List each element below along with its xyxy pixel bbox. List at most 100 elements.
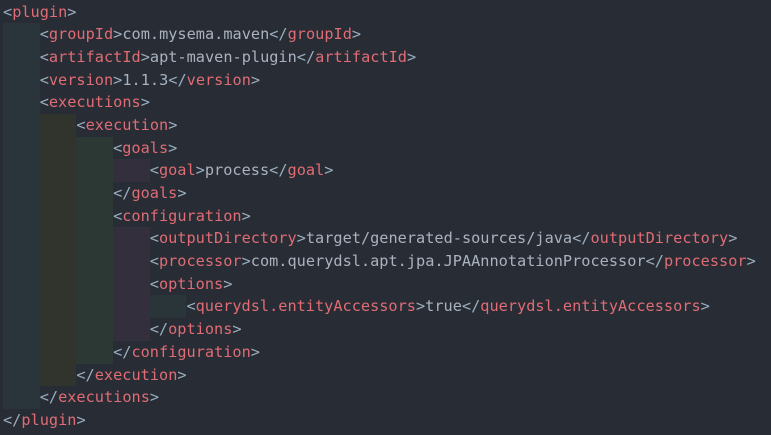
indent-guide: [39, 159, 77, 182]
close-bracket: >: [241, 252, 251, 271]
indent-guide: [3, 182, 40, 205]
indent-guide: [3, 227, 40, 251]
close-bracket: >: [140, 93, 150, 112]
indent-guide: [76, 227, 114, 251]
close-bracket: >: [67, 2, 77, 21]
tag-name: querydsl.entityAccessors: [480, 297, 701, 316]
open-bracket: </: [168, 70, 187, 89]
code-line: < goal > process </goal >: [3, 159, 771, 182]
indent-guide: [39, 227, 77, 251]
element-value: com.querydsl.apt.jpa.JPAAnnotationProces…: [250, 252, 646, 271]
close-bracket: >: [250, 342, 260, 361]
open-bracket: </: [296, 47, 316, 66]
open-bracket: <: [39, 70, 49, 89]
element-value: com.mysema.maven: [122, 25, 270, 44]
close-bracket: >: [223, 274, 233, 293]
close-bracket: >: [168, 138, 178, 157]
indent-guide: [113, 250, 150, 273]
open-bracket: </: [461, 297, 481, 316]
code-line: < groupId > com.mysema.maven </groupId >: [3, 23, 771, 46]
code-line: < querydsl.entityAccessors > true </querydsl…: [3, 295, 771, 319]
indent-guide: [3, 45, 40, 69]
open-bracket: </: [572, 229, 591, 248]
tag-name: configuration: [122, 206, 242, 225]
tag-name: groupId: [287, 25, 352, 44]
indent-guide: [3, 68, 40, 92]
indent-guide: [3, 272, 40, 296]
indent-guide: [76, 318, 114, 341]
indent-guide: [39, 113, 77, 137]
indent-guide: [39, 182, 77, 205]
open-bracket: <: [149, 252, 159, 271]
tag-name: plugin: [12, 2, 68, 21]
code-editor[interactable]: < plugin > < groupId > com.mysema.maven </group…: [3, 0, 771, 435]
tag-name: version: [186, 70, 251, 89]
open-bracket: <: [39, 25, 49, 44]
indent-guide: [3, 318, 40, 341]
close-bracket: >: [140, 47, 150, 66]
indent-guide: [39, 250, 77, 273]
tag-name: options: [158, 274, 224, 293]
code-line: </execution >: [3, 363, 771, 387]
indent-guide: [3, 159, 40, 182]
indent-guide: [113, 272, 150, 296]
indent-guide: [3, 250, 40, 273]
indent-guide: [76, 295, 114, 319]
indent-guide: [39, 363, 77, 387]
open-bracket: <: [76, 115, 86, 134]
code-line: < execution >: [3, 113, 771, 137]
indent-guide: [149, 295, 187, 319]
element-value: target/generated-sources/java: [305, 229, 573, 248]
open-bracket: <: [39, 93, 49, 112]
code-line: < options >: [3, 272, 771, 296]
element-value: process: [204, 161, 270, 180]
close-bracket: >: [351, 25, 362, 44]
close-bracket: >: [415, 297, 426, 316]
code-line: < configuration >: [3, 204, 771, 228]
indent-guide: [3, 295, 40, 319]
indent-guide: [39, 204, 77, 228]
tag-name: groupId: [48, 25, 114, 44]
close-bracket: >: [113, 70, 123, 89]
close-bracket: >: [177, 365, 187, 384]
indent-guide: [76, 136, 114, 160]
tag-name: querydsl.entityAccessors: [195, 297, 416, 316]
close-bracket: >: [113, 25, 123, 44]
tag-name: outputDirectory: [158, 229, 297, 248]
close-bracket: >: [324, 161, 334, 180]
tag-name: options: [168, 320, 233, 339]
indent-guide: [113, 159, 150, 182]
close-bracket: >: [195, 161, 205, 180]
indent-guide: [39, 340, 77, 364]
indent-guide: [3, 136, 40, 160]
close-bracket: >: [250, 70, 261, 89]
element-value: 1.1.3: [122, 70, 169, 89]
tag-name: plugin: [21, 410, 77, 429]
open-bracket: <: [186, 297, 196, 316]
code-line: </plugin >: [3, 409, 771, 432]
close-bracket: >: [149, 388, 160, 407]
open-bracket: </: [113, 342, 132, 361]
close-bracket: >: [700, 297, 710, 316]
open-bracket: </: [76, 365, 95, 384]
code-line: </executions >: [3, 386, 771, 409]
indent-guide: [76, 204, 114, 228]
open-bracket: <: [113, 138, 123, 157]
open-bracket: </: [269, 161, 288, 180]
indent-guide: [113, 318, 150, 341]
close-bracket: >: [241, 206, 251, 225]
code-line: </configuration >: [3, 340, 771, 364]
open-bracket: <: [39, 47, 49, 66]
indent-guide: [113, 295, 150, 319]
open-bracket: <: [149, 274, 159, 293]
close-bracket: >: [407, 47, 417, 66]
close-bracket: >: [232, 320, 242, 339]
open-bracket: </: [645, 252, 664, 271]
tag-name: processor: [158, 252, 242, 271]
open-bracket: <: [149, 229, 159, 248]
indent-guide: [76, 272, 114, 296]
close-bracket: >: [296, 229, 306, 248]
indent-guide: [113, 227, 150, 251]
indent-guide: [3, 23, 40, 46]
code-line: < processor > com.querydsl.apt.jpa.JPAAnnot…: [3, 250, 771, 273]
